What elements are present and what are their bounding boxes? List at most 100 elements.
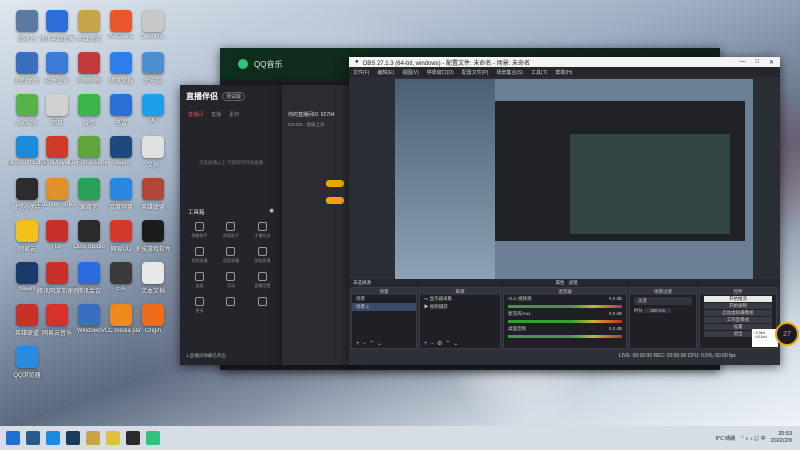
tools-more-icon[interactable]: ◉ (269, 208, 274, 216)
menu-item[interactable]: 帮助(H) (555, 69, 572, 76)
tool-label: 活动 (226, 283, 235, 288)
weather-text[interactable]: 9°C 晴朗 (716, 435, 736, 442)
menu-item[interactable]: 配置文件(P) (462, 69, 489, 76)
menu-item[interactable]: 工具(T) (531, 69, 547, 76)
control-button[interactable]: 开始录制 (704, 303, 772, 309)
obs-status-bar: LIVE: 00:00:00 REC: 00:00:00 CPU: 0.5%, … (619, 353, 736, 359)
channel-db: 0.0 dB (608, 326, 622, 331)
app-icon (110, 220, 132, 242)
sources-toolbar[interactable]: +−⚙⌃⌄ (424, 340, 461, 347)
channel-db: 0.0 dB (608, 296, 622, 301)
tool-item[interactable]: 视频直播 (186, 247, 213, 264)
control-button[interactable]: 开始推流 (704, 296, 772, 302)
obs-titlebar[interactable]: ● OBS 27.1.3 (64-bit, windows) - 配置文件: 未… (349, 57, 780, 67)
obs-window[interactable]: ● OBS 27.1.3 (64-bit, windows) - 配置文件: 未… (349, 57, 780, 365)
folder-taskbar-icon[interactable] (106, 431, 120, 445)
tool-item[interactable]: 活动 (217, 272, 244, 289)
tool-icon (257, 272, 267, 281)
source-item[interactable]: ▭ 显示器采集 (420, 295, 500, 303)
transitions-title: 场景过渡 (630, 288, 696, 295)
clock[interactable]: 20:53 2022/2/9 (771, 431, 792, 445)
tool-label: 主播任务 (254, 233, 271, 238)
scenes-toolbar[interactable]: +−⌃⌄ (356, 340, 385, 347)
menu-item[interactable]: 编辑(E) (377, 69, 394, 76)
desktop-icon[interactable]: 罗技游戏软件 (135, 220, 171, 253)
transition-select[interactable]: 淡变 (634, 297, 692, 305)
volume-meter[interactable] (508, 320, 622, 323)
steam-taskbar-icon[interactable] (66, 431, 80, 445)
properties-button[interactable]: 属性 (556, 280, 565, 286)
edge-taskbar-icon[interactable] (46, 431, 60, 445)
tool-item[interactable] (249, 297, 276, 314)
room-category: CS:GO · 竞技上分 (288, 122, 325, 127)
desktop-icon[interactable]: 文档 (136, 136, 170, 169)
source-item[interactable]: ▶ 视频捕获 (420, 303, 500, 311)
desktop-icon[interactable]: Origin (136, 304, 170, 334)
app-icon (110, 136, 132, 158)
desktop-icon[interactable]: 文本文档 (136, 262, 170, 295)
minimize-icon[interactable]: — (739, 59, 745, 66)
tool-item[interactable]: 直播设置 (249, 272, 276, 289)
controls-title: 控件 (700, 288, 776, 295)
qqmusic-taskbar-icon[interactable] (146, 431, 160, 445)
app-icon (78, 262, 100, 284)
volume-meter[interactable] (508, 335, 622, 338)
duration-input[interactable]: 300 ms (644, 308, 672, 313)
scene-item-selected[interactable]: 场景 2 (352, 303, 416, 311)
desktop-icon[interactable]: QQ浏览器 (10, 346, 44, 379)
tool-item[interactable]: 更多 (186, 297, 213, 314)
desktop-icon-label: bobobox (141, 34, 165, 40)
filters-button[interactable]: 滤镜 (569, 280, 578, 286)
orange-button-1[interactable] (326, 180, 344, 187)
tool-item[interactable]: 房管助手 (217, 222, 244, 239)
maximize-icon[interactable]: □ (755, 59, 759, 66)
obs-logo-icon: ● (355, 59, 359, 65)
app-icon (142, 220, 164, 242)
desktop-icon-label: 英雄联盟 (140, 205, 165, 211)
qq-music-logo-icon (238, 59, 248, 69)
menu-item[interactable]: 文件(F) (353, 69, 369, 76)
live-assistant-window[interactable]: 直播伴侣 测试版 直播间 直播 素材 点击直播以上 内容即可开始直播 工具箱 ◉ … (180, 85, 282, 365)
preview-nested-obs (570, 134, 730, 234)
orange-button-2[interactable] (326, 197, 344, 204)
tab-live[interactable]: 直播 (211, 111, 221, 118)
tool-icon (226, 272, 236, 281)
tool-label: 直播设置 (254, 283, 271, 288)
menu-item[interactable]: 视图(V) (402, 69, 419, 76)
tool-item[interactable]: 连麦 (186, 272, 213, 289)
desktop-icon-label: QQ浏览器 (13, 373, 41, 379)
tray-icons[interactable]: ⌃ ◐ ♪ ▤ 中 (740, 435, 765, 442)
tool-item[interactable]: 弹幕助手 (186, 222, 213, 239)
scene-tab-label: 未选择源 (353, 280, 371, 285)
desktop-icon[interactable]: QQ (136, 94, 170, 124)
tool-item[interactable]: 游戏直播 (249, 247, 276, 264)
tool-icon (226, 297, 236, 306)
scene-item[interactable]: 场景 (352, 295, 416, 303)
taskbar-app-icon[interactable] (26, 431, 40, 445)
volume-meter[interactable] (508, 305, 622, 308)
tab-live-room[interactable]: 直播间 (188, 111, 203, 118)
obs-taskbar-icon[interactable] (126, 431, 140, 445)
tool-item[interactable]: 语音直播 (217, 247, 244, 264)
desktop-icon[interactable]: 此电脑 (136, 52, 170, 85)
obs-preview[interactable] (395, 79, 753, 279)
control-button[interactable]: 工作室模式 (704, 317, 772, 323)
tool-label: 更多 (195, 308, 204, 313)
scenes-title: 场景 (352, 288, 416, 295)
app-icon (110, 262, 132, 284)
start-icon[interactable] (6, 431, 20, 445)
tool-item[interactable]: 主播任务 (249, 222, 276, 239)
tool-item[interactable] (217, 297, 244, 314)
app-icon (110, 304, 132, 326)
menu-item[interactable]: 停靠窗口(D) (427, 69, 454, 76)
control-button[interactable]: 启动虚拟摄像机 (704, 310, 772, 316)
menu-item[interactable]: 场景集合(S) (496, 69, 523, 76)
cpu-badge[interactable]: 27 (775, 322, 799, 346)
desktop-icon[interactable]: 英雄联盟 (136, 178, 170, 211)
desktop-icon[interactable]: bobobox (136, 10, 170, 40)
tab-material[interactable]: 素材 (229, 111, 239, 118)
lol-taskbar-icon[interactable] (86, 431, 100, 445)
app-icon (78, 10, 100, 32)
close-icon[interactable]: ✕ (769, 59, 774, 66)
sources-panel: 来源 ▭ 显示器采集 ▶ 视频捕获 +−⚙⌃⌄ (419, 287, 501, 349)
